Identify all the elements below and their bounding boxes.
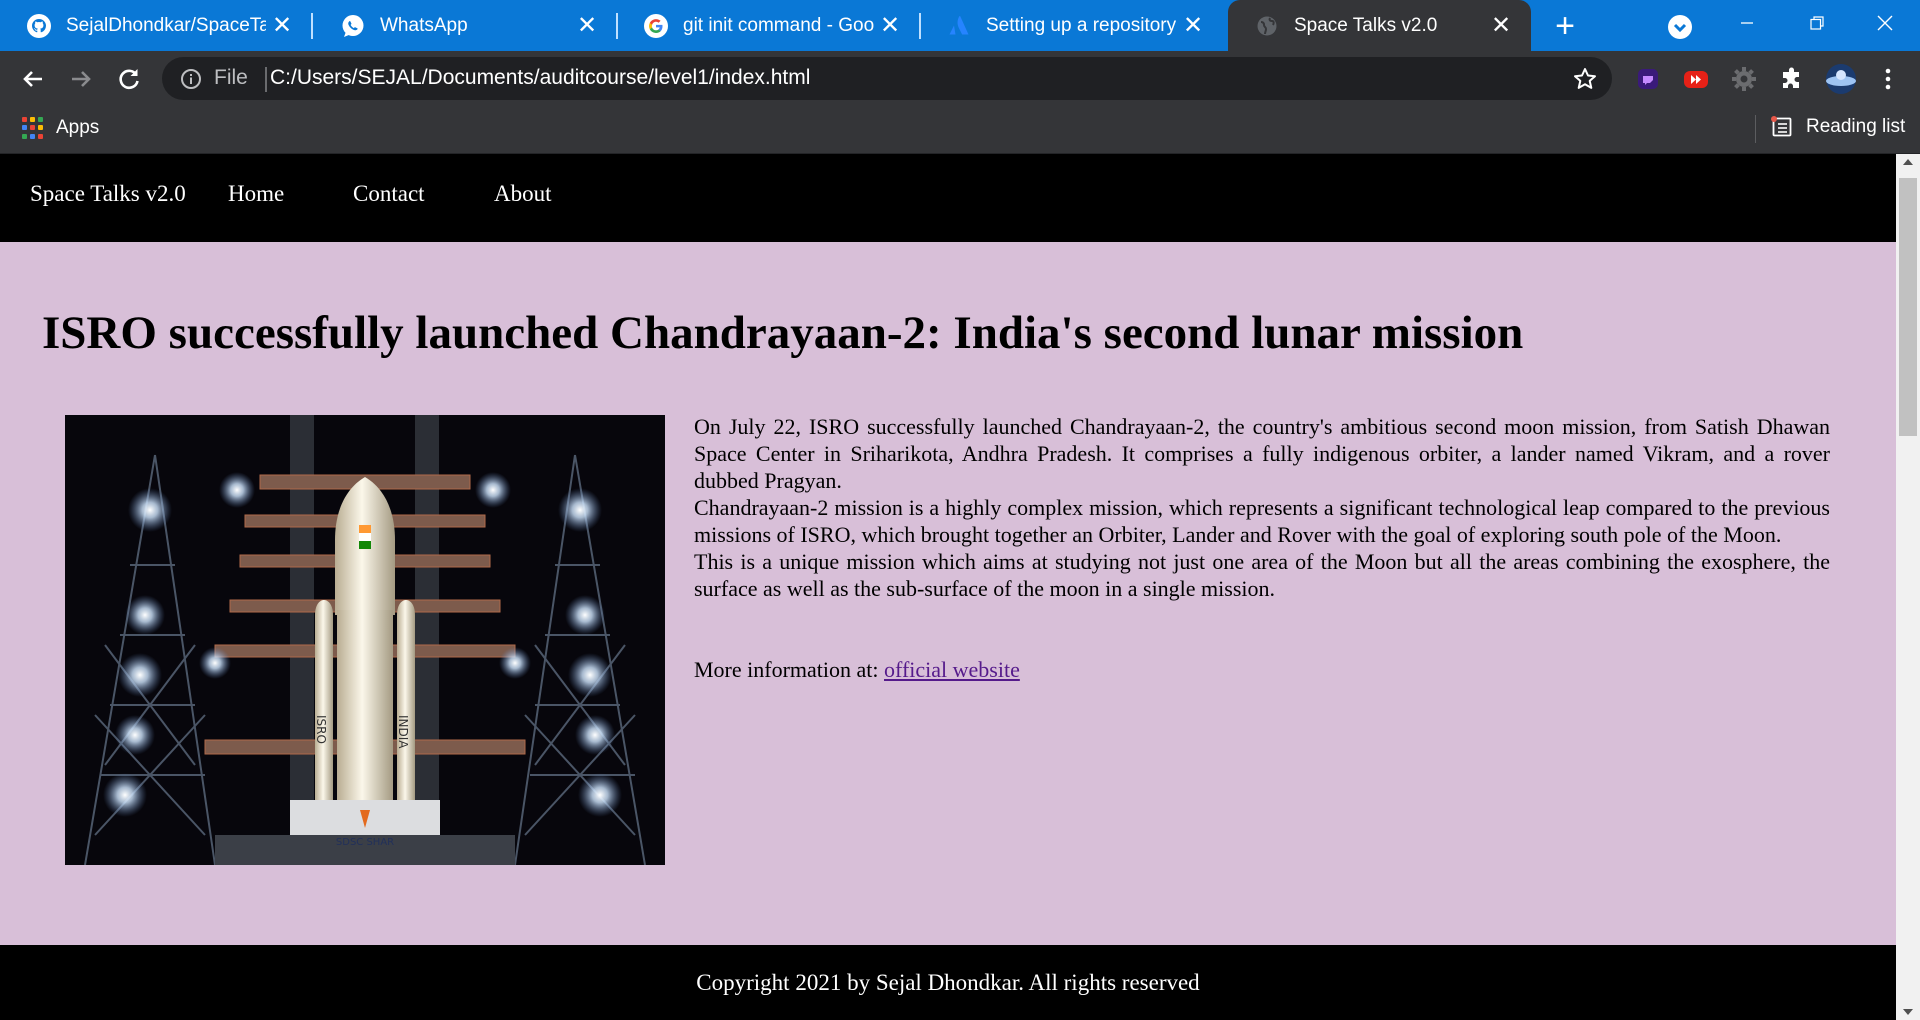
- scrollbar-thumb[interactable]: [1899, 178, 1917, 436]
- reading-list-button[interactable]: Reading list: [1770, 115, 1905, 139]
- rocket-launch-image: ISRO INDIA SDSC SHAR: [65, 415, 665, 865]
- copyright-text: Copyright 2021 by Sejal Dhondkar. All ri…: [696, 969, 1200, 995]
- back-icon[interactable]: [18, 64, 48, 94]
- minimize-icon[interactable]: [1712, 0, 1782, 45]
- new-tab-button[interactable]: +: [1546, 7, 1584, 45]
- bookmarks-bar: Apps Reading list: [0, 105, 1920, 154]
- menu-kebab-icon[interactable]: [1874, 65, 1902, 93]
- article-paragraph: This is a unique mission which aims at s…: [694, 549, 1830, 601]
- site-navbar: Space Talks v2.0 Home Contact About: [0, 154, 1896, 242]
- tab-title: SejalDhondkar/SpaceTalks: [66, 14, 266, 36]
- vertical-scrollbar[interactable]: [1896, 154, 1920, 1020]
- whatsapp-icon: [340, 13, 366, 39]
- rocket-india-lettering: INDIA: [396, 715, 410, 749]
- page-viewport: Space Talks v2.0 Home Contact About ISRO…: [0, 154, 1896, 1020]
- divider: [265, 67, 267, 92]
- site-footer: Copyright 2021 by Sejal Dhondkar. All ri…: [0, 945, 1896, 1020]
- close-icon[interactable]: ✕: [571, 10, 603, 42]
- atlassian-icon: [946, 13, 972, 39]
- scroll-up-arrow-icon[interactable]: [1903, 159, 1913, 165]
- tab-strip: SejalDhondkar/SpaceTalks ✕ WhatsApp ✕ gi…: [0, 0, 1920, 51]
- tab-whatsapp[interactable]: WhatsApp ✕: [314, 0, 618, 51]
- google-icon: [643, 13, 669, 39]
- tab-title: Setting up a repository | A: [986, 14, 1177, 36]
- more-info: More information at: official website: [694, 656, 1020, 683]
- globe-icon: [1254, 13, 1280, 39]
- reload-icon[interactable]: [114, 64, 144, 94]
- more-info-label: More information at:: [694, 657, 879, 682]
- tab-separator: [311, 13, 313, 39]
- article-paragraph: Chandrayaan-2 mission is a highly comple…: [694, 495, 1830, 547]
- bookmark-star-icon[interactable]: [1572, 66, 1598, 92]
- reading-list-label: Reading list: [1806, 116, 1906, 137]
- nav-link-about[interactable]: About: [494, 181, 552, 207]
- forward-icon[interactable]: [66, 64, 96, 94]
- profile-avatar[interactable]: [1824, 62, 1858, 96]
- gear-extension-icon[interactable]: [1730, 65, 1758, 93]
- tab-search-icon[interactable]: [1666, 13, 1694, 41]
- page-title: ISRO successfully launched Chandrayaan-2…: [42, 307, 1524, 359]
- apps-shortcut[interactable]: Apps: [22, 117, 99, 139]
- url-text[interactable]: C:/Users/SEJAL/Documents/auditcourse/lev…: [270, 66, 810, 90]
- info-icon[interactable]: [180, 68, 202, 90]
- tab-atlassian[interactable]: Setting up a repository | A ✕: [920, 0, 1223, 51]
- divider: [1755, 115, 1756, 143]
- tab-space-talks[interactable]: Space Talks v2.0 ✕: [1228, 0, 1531, 51]
- official-website-link[interactable]: official website: [884, 657, 1020, 682]
- tab-title: Space Talks v2.0: [1294, 14, 1438, 36]
- article-paragraph: On July 22, ISRO successfully launched C…: [694, 414, 1830, 493]
- reading-list-icon: [1771, 116, 1792, 137]
- tab-github[interactable]: SejalDhondkar/SpaceTalks ✕: [0, 0, 313, 51]
- tab-title: WhatsApp: [380, 14, 468, 36]
- apps-label: Apps: [56, 117, 100, 138]
- tab-google[interactable]: git init command - Google ✕: [617, 0, 921, 51]
- address-bar[interactable]: File C:/Users/SEJAL/Documents/auditcours…: [162, 57, 1612, 100]
- pad-sign: SDSC SHAR: [336, 837, 394, 848]
- site-brand[interactable]: Space Talks v2.0: [30, 181, 186, 207]
- close-icon[interactable]: ✕: [1485, 10, 1517, 42]
- nav-link-home[interactable]: Home: [228, 181, 284, 207]
- extension-icon[interactable]: [1634, 65, 1662, 93]
- article-body: On July 22, ISRO successfully launched C…: [694, 413, 1830, 602]
- apps-grid-icon: [22, 117, 44, 139]
- github-icon: [26, 13, 52, 39]
- close-icon[interactable]: ✕: [1177, 10, 1209, 42]
- close-icon[interactable]: ✕: [266, 10, 298, 42]
- window-close-icon[interactable]: [1850, 0, 1920, 45]
- scheme-label: File: [214, 66, 248, 89]
- nav-link-contact[interactable]: Contact: [353, 181, 425, 207]
- close-icon[interactable]: ✕: [874, 10, 906, 42]
- rocket-isro-lettering: ISRO: [314, 715, 328, 744]
- tab-title: git init command - Google: [683, 14, 874, 36]
- youtube-extension-icon[interactable]: [1682, 65, 1710, 93]
- scroll-down-arrow-icon[interactable]: [1903, 1009, 1913, 1015]
- browser-toolbar: File C:/Users/SEJAL/Documents/auditcours…: [0, 51, 1920, 105]
- restore-icon[interactable]: [1782, 0, 1852, 45]
- puzzle-extensions-icon[interactable]: [1778, 65, 1806, 93]
